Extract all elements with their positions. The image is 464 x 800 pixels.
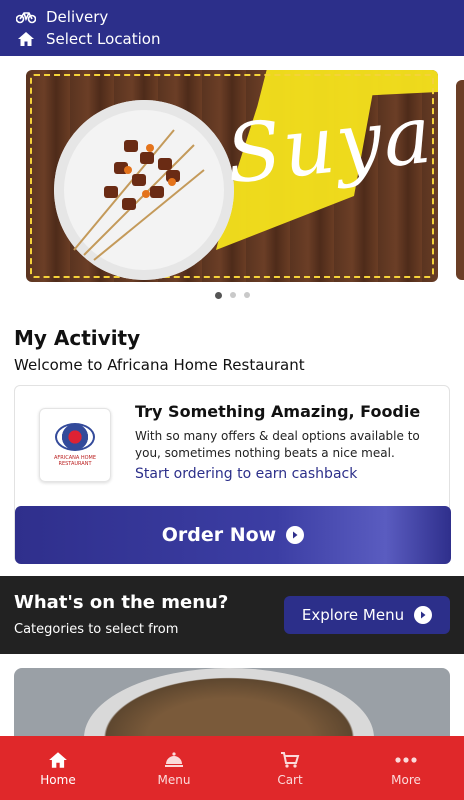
home-icon [48, 749, 68, 771]
more-icon [395, 749, 417, 771]
next-slide-peek[interactable] [456, 80, 464, 280]
arrow-right-icon [414, 606, 433, 624]
nav-more-label: More [391, 773, 421, 787]
location-selector[interactable]: Select Location [14, 28, 450, 50]
order-now-label: Order Now [161, 524, 277, 546]
arrow-right-icon [286, 526, 305, 544]
logo-text: AFRICANA HOME RESTAURANT [53, 455, 97, 467]
delivery-mode[interactable]: Delivery [14, 6, 450, 28]
welcome-text: Welcome to Africana Home Restaurant [14, 356, 305, 374]
nav-cart-label: Cart [277, 773, 303, 787]
activity-title: My Activity [14, 326, 141, 350]
carousel-indicator [0, 292, 464, 299]
bottom-navigation: Home Menu Cart More [0, 736, 464, 800]
explore-menu-button[interactable]: Explore Menu [284, 596, 450, 634]
suya-plate-image [54, 100, 234, 280]
nav-home[interactable]: Home [0, 736, 116, 800]
menu-heading: What's on the menu? [14, 592, 229, 613]
logo-emblem [55, 423, 95, 451]
location-label: Select Location [46, 30, 161, 48]
top-bar: Delivery Select Location [0, 0, 464, 56]
restaurant-logo: AFRICANA HOME RESTAURANT [39, 408, 111, 482]
bicycle-icon [14, 10, 38, 24]
promo-description: With so many offers & deal options avail… [135, 429, 420, 460]
nav-menu-label: Menu [157, 773, 191, 787]
promo-title: Try Something Amazing, Foodie [135, 402, 421, 421]
suya-banner[interactable]: Suya [26, 70, 438, 282]
cashback-link[interactable]: Start ordering to earn cashback [135, 466, 357, 482]
menu-subheading: Categories to select from [14, 622, 179, 637]
delivery-label: Delivery [46, 8, 109, 26]
nav-home-label: Home [40, 773, 76, 787]
promo-card: AFRICANA HOME RESTAURANT Try Something A… [14, 385, 451, 564]
cloche-icon [164, 749, 184, 771]
menu-section: What's on the menu? Categories to select… [0, 576, 464, 654]
promo-carousel[interactable]: Suya [0, 56, 464, 306]
nav-cart[interactable]: Cart [232, 736, 348, 800]
nav-menu[interactable]: Menu [116, 736, 232, 800]
carousel-dot[interactable] [243, 292, 250, 298]
carousel-dot[interactable] [229, 292, 236, 298]
home-icon [14, 31, 38, 47]
carousel-dot-active[interactable] [214, 292, 222, 299]
order-now-button[interactable]: Order Now [15, 506, 451, 564]
explore-menu-label: Explore Menu [301, 606, 405, 624]
cart-icon [280, 749, 300, 771]
nav-more[interactable]: More [348, 736, 464, 800]
